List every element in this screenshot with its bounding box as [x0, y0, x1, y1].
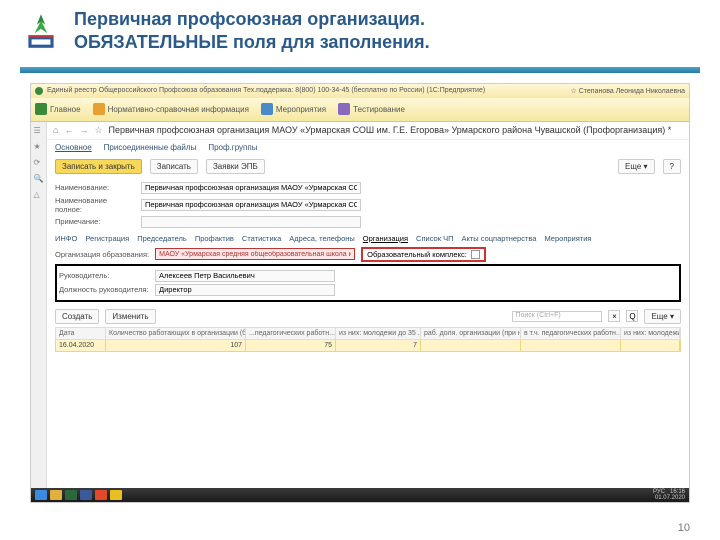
word-icon[interactable] [80, 490, 92, 500]
fav-icon[interactable]: ☆ [94, 125, 102, 136]
help-button[interactable]: ? [663, 159, 681, 174]
edit-button[interactable]: Изменить [105, 309, 155, 324]
subtab-groups[interactable]: Проф.группы [208, 143, 257, 152]
explorer-icon[interactable] [50, 490, 62, 500]
create-button[interactable]: Создать [55, 309, 99, 324]
breadcrumb: ⌂ ← → ☆ Первичная профсоюзная организаци… [47, 122, 689, 140]
zpv-button[interactable]: Заявки ЭПБ [206, 159, 265, 174]
slide-title: Первичная профсоюзная организация.ОБЯЗАТ… [74, 8, 700, 55]
org-field[interactable] [155, 248, 355, 260]
history-icon[interactable]: ⟳ [34, 158, 44, 168]
chrome-icon[interactable] [110, 490, 122, 500]
subtab-files[interactable]: Присоединенные файлы [104, 143, 197, 152]
name-label: Наименование: [55, 183, 135, 192]
window-title: Единый реестр Общероссийского Профсоюза … [47, 87, 485, 94]
star-icon[interactable]: ★ [34, 142, 44, 152]
divider [20, 67, 700, 73]
search-icon[interactable]: 🔍 [34, 174, 44, 184]
note-field[interactable] [141, 216, 361, 228]
tab-chair[interactable]: Председатель [137, 234, 187, 243]
head-field[interactable] [155, 270, 335, 282]
tab-reg[interactable]: Регистрация [85, 234, 129, 243]
user-name: ☆ Степанова Леонида Николаевна [570, 87, 685, 95]
note-label: Примечание: [55, 217, 135, 226]
more-button[interactable]: Еще ▾ [618, 159, 655, 174]
edu-complex-checkbox[interactable] [471, 250, 480, 259]
union-logo [20, 10, 62, 52]
table-row[interactable]: 16.04.2020 107 75 7 [55, 340, 681, 352]
tab-stat[interactable]: Статистика [242, 234, 281, 243]
calendar-icon [261, 103, 273, 115]
save-close-button[interactable]: Записать и закрыть [55, 159, 142, 174]
toolbar: Записать и закрыть Записать Заявки ЭПБ Е… [47, 155, 689, 178]
start-button[interactable] [35, 490, 47, 500]
sidebar: ☰ ★ ⟳ 🔍 △ [31, 122, 47, 488]
app-window: Единый реестр Общероссийского Профсоюза … [30, 83, 690, 503]
pos-label: Должность руководителя: [59, 285, 149, 294]
table-search[interactable]: Поиск (Ctrl+F) [512, 311, 602, 322]
pos-field[interactable] [155, 284, 335, 296]
detail-tabs: ИНФО Регистрация Председатель Профактив … [47, 232, 689, 245]
leader-box: Руководитель: Должность руководителя: [55, 264, 681, 302]
org-label: Организация образования: [55, 250, 149, 259]
home-icon[interactable]: ⌂ [53, 125, 58, 135]
page-title: Первичная профсоюзная организация МАОУ «… [109, 125, 672, 135]
tab-chp[interactable]: Список ЧП [416, 234, 453, 243]
window-titlebar: Единый реестр Общероссийского Профсоюза … [31, 84, 689, 98]
name-field[interactable] [141, 182, 361, 194]
stats-table: Дата Количество работающих в организации… [55, 327, 681, 352]
page-number: 10 [678, 522, 690, 534]
tab-acts[interactable]: Акты соцпартнерства [461, 234, 536, 243]
menu-reference[interactable]: Нормативно-справочная информация [93, 103, 249, 115]
tab-events[interactable]: Мероприятия [544, 234, 591, 243]
back-icon[interactable]: ← [64, 125, 73, 135]
menu-events[interactable]: Мероприятия [261, 103, 326, 115]
search-clear-icon[interactable]: Q [626, 310, 638, 322]
menu-icon[interactable]: ☰ [34, 126, 44, 136]
app-icon [35, 87, 43, 95]
tab-org[interactable]: Организация [363, 234, 408, 243]
windows-taskbar: РУС 16:1601.07.2020 [31, 488, 689, 502]
excel-icon[interactable] [65, 490, 77, 500]
test-icon [338, 103, 350, 115]
menu-main[interactable]: Главное [35, 103, 81, 115]
edu-complex-label: Образовательный комплекс: [367, 250, 467, 259]
leaf-icon [35, 103, 47, 115]
table-header: Дата Количество работающих в организации… [55, 327, 681, 340]
search-exec-icon[interactable]: × [608, 310, 620, 322]
fullname-field[interactable] [141, 199, 361, 211]
clock: РУС 16:1601.07.2020 [653, 489, 685, 501]
main-menu: Главное Нормативно-справочная информация… [31, 98, 689, 122]
table-more-button[interactable]: Еще ▾ [644, 309, 681, 324]
tab-activ[interactable]: Профактив [195, 234, 234, 243]
bell-icon[interactable]: △ [34, 190, 44, 200]
subtabs: Основное Присоединенные файлы Проф.групп… [47, 140, 689, 155]
folder-icon [93, 103, 105, 115]
save-button[interactable]: Записать [150, 159, 198, 174]
head-label: Руководитель: [59, 271, 149, 280]
edu-complex-box: Образовательный комплекс: [361, 247, 486, 262]
tab-addr[interactable]: Адреса, телефоны [289, 234, 355, 243]
fullname-label: Наименование полное: [55, 196, 135, 214]
subtab-main[interactable]: Основное [55, 143, 92, 152]
app-icon-tb[interactable] [95, 490, 107, 500]
forward-icon[interactable]: → [79, 125, 88, 135]
menu-testing[interactable]: Тестирование [338, 103, 405, 115]
tab-info[interactable]: ИНФО [55, 234, 77, 243]
